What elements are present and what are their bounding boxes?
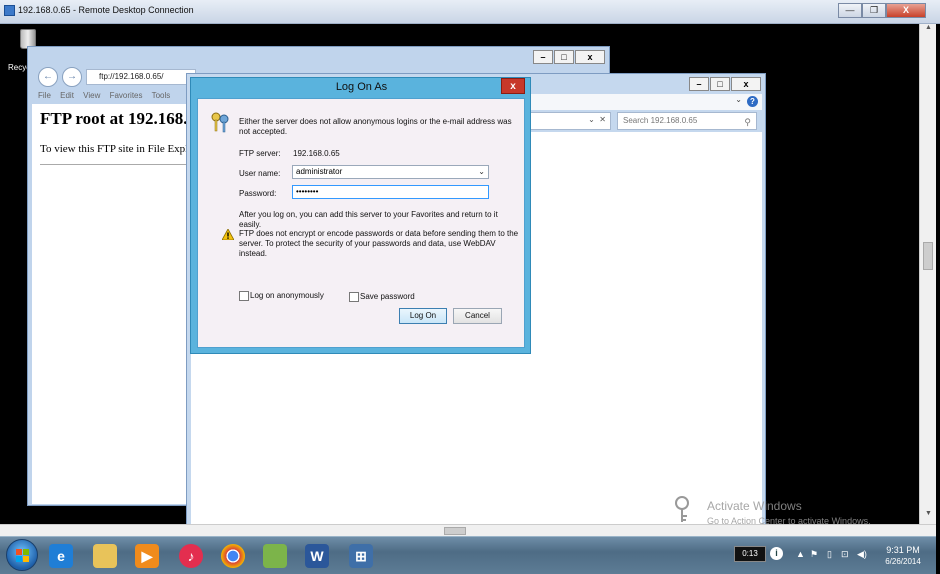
volume-icon[interactable]: ◀)	[857, 549, 867, 560]
save-password-label[interactable]: Save password	[360, 292, 415, 302]
start-button[interactable]	[6, 539, 38, 571]
rdp-minimize-button[interactable]: —	[838, 3, 862, 18]
chevron-down-icon[interactable]: ⌄	[478, 166, 485, 178]
after-logon-text: After you log on, you can add this serve…	[239, 210, 498, 229]
keys-icon	[211, 112, 229, 133]
dialog-body: Either the server does not allow anonymo…	[197, 98, 525, 348]
menu-edit[interactable]: Edit	[60, 91, 74, 100]
media-player-icon: ▶	[135, 544, 159, 568]
password-field[interactable]: ••••••••	[292, 185, 489, 199]
dialog-close-button[interactable]: x	[501, 78, 525, 94]
menu-tools[interactable]: Tools	[152, 91, 171, 100]
rdp-window-title: 192.168.0.65 - Remote Desktop Connection	[18, 5, 194, 15]
photos-icon	[263, 544, 287, 568]
explorer-minimize-button[interactable]: –	[689, 77, 709, 91]
ie-minimize-button[interactable]: –	[533, 50, 553, 64]
scroll-up-icon[interactable]: ▲	[920, 24, 937, 38]
scroll-down-icon[interactable]: ▼	[920, 510, 937, 524]
ftp-instructions: To view this FTP site in File Explorer	[40, 143, 206, 155]
dialog-title: Log On As	[335, 81, 388, 93]
rdp-title-bar: 192.168.0.65 - Remote Desktop Connection…	[0, 0, 940, 24]
ie-close-button[interactable]: x	[575, 50, 605, 64]
ftp-server-value: 192.168.0.65	[293, 149, 340, 158]
password-value: ••••••••	[296, 187, 319, 196]
logon-button[interactable]: Log On	[399, 308, 447, 324]
cancel-button[interactable]: Cancel	[453, 308, 502, 324]
menu-view[interactable]: View	[83, 91, 100, 100]
anonymous-label[interactable]: Log on anonymously	[250, 291, 324, 301]
activate-title: Activate Windows	[707, 499, 802, 513]
explorer-maximize-button[interactable]: □	[710, 77, 730, 91]
system-tray: 0:13 i ▲ ⚑ ▯ ⊡ ◀) 9:31 PM 6/26/2014	[730, 537, 936, 574]
taskbar-photos[interactable]	[258, 540, 292, 572]
taskbar-internet-explorer[interactable]: e	[44, 540, 78, 572]
internet-explorer-icon: e	[49, 544, 73, 568]
password-label: Password:	[239, 189, 277, 198]
rdp-close-button[interactable]: X	[886, 3, 926, 18]
menu-favorites[interactable]: Favorites	[110, 91, 143, 100]
username-field[interactable]: administrator ⌄	[292, 165, 489, 179]
clock-time[interactable]: 9:31 PM	[878, 545, 928, 555]
save-password-checkbox[interactable]	[349, 292, 359, 302]
taskbar-word[interactable]: W	[300, 540, 334, 572]
explorer-close-button[interactable]: x	[731, 77, 761, 91]
tray-timer[interactable]: 0:13	[734, 546, 766, 562]
info-icon[interactable]: i	[770, 547, 783, 560]
dialog-message: Either the server does not allow anonymo…	[239, 117, 512, 136]
folder-icon	[93, 544, 117, 568]
logon-dialog: Log On As x Either the server does not a…	[190, 77, 531, 354]
network-icon[interactable]: ⊡	[841, 549, 849, 560]
taskbar-remote-desktop[interactable]: ⊞	[344, 540, 378, 572]
activate-subtitle: Go to Action Center to activate Windows.	[707, 516, 871, 524]
expand-ribbon-icon[interactable]: ⌄	[735, 95, 742, 104]
taskbar-chrome[interactable]	[216, 540, 250, 572]
clock-date[interactable]: 6/26/2014	[878, 557, 928, 566]
rdp-restore-button[interactable]: ❐	[862, 3, 886, 18]
word-icon: W	[305, 544, 329, 568]
taskbar-file-explorer[interactable]	[88, 540, 122, 572]
forward-arrow-icon[interactable]: →	[62, 67, 82, 87]
ie-maximize-button[interactable]: □	[554, 50, 574, 64]
horizontal-scroll-thumb[interactable]	[444, 527, 466, 535]
action-center-flag-icon[interactable]: ⚑	[810, 549, 818, 560]
search-icon[interactable]: ⚲	[744, 114, 751, 130]
ftp-server-label: FTP server:	[239, 149, 281, 158]
back-arrow-icon[interactable]: ←	[38, 67, 58, 87]
taskbar-media-player[interactable]: ▶	[130, 540, 164, 572]
username-label: User name:	[239, 169, 281, 178]
username-value: administrator	[296, 167, 343, 176]
key-icon	[675, 496, 689, 522]
remote-desktop-icon: ⊞	[349, 544, 373, 568]
windows-logo-icon	[16, 549, 29, 562]
vertical-scrollbar[interactable]: ▲ ▼	[919, 24, 936, 524]
help-icon[interactable]: ?	[747, 96, 758, 107]
horizontal-scrollbar[interactable]	[0, 524, 936, 536]
search-placeholder: Search 192.168.0.65	[623, 116, 698, 125]
chrome-icon	[221, 544, 245, 568]
warning-text: FTP does not encrypt or encode passwords…	[239, 229, 519, 258]
ie-address-text: ftp://192.168.0.65/	[99, 72, 164, 81]
warning-icon	[222, 229, 234, 240]
remote-desktop: Recyc – □ x ← → ftp://192.168.0.65/ File…	[4, 24, 919, 524]
show-hidden-icons-icon[interactable]: ▲	[796, 549, 805, 559]
remote-desktop-icon	[4, 5, 15, 16]
itunes-icon: ♪	[179, 544, 203, 568]
address-controls-icon[interactable]: ⌄ ✕	[588, 115, 606, 124]
ie-address-bar[interactable]: ftp://192.168.0.65/	[86, 69, 196, 85]
explorer-search-input[interactable]: Search 192.168.0.65 ⚲	[617, 112, 757, 130]
battery-icon[interactable]: ▯	[827, 549, 832, 560]
taskbar: e ▶ ♪ W ⊞ 0:13 i ▲ ⚑ ▯ ⊡ ◀) 9:31 PM 6/26…	[0, 536, 936, 574]
anonymous-checkbox[interactable]	[239, 291, 249, 301]
ie-menu-bar: File Edit View Favorites Tools	[38, 91, 198, 100]
taskbar-itunes[interactable]: ♪	[174, 540, 208, 572]
vertical-scroll-thumb[interactable]	[923, 242, 933, 270]
menu-file[interactable]: File	[38, 91, 51, 100]
